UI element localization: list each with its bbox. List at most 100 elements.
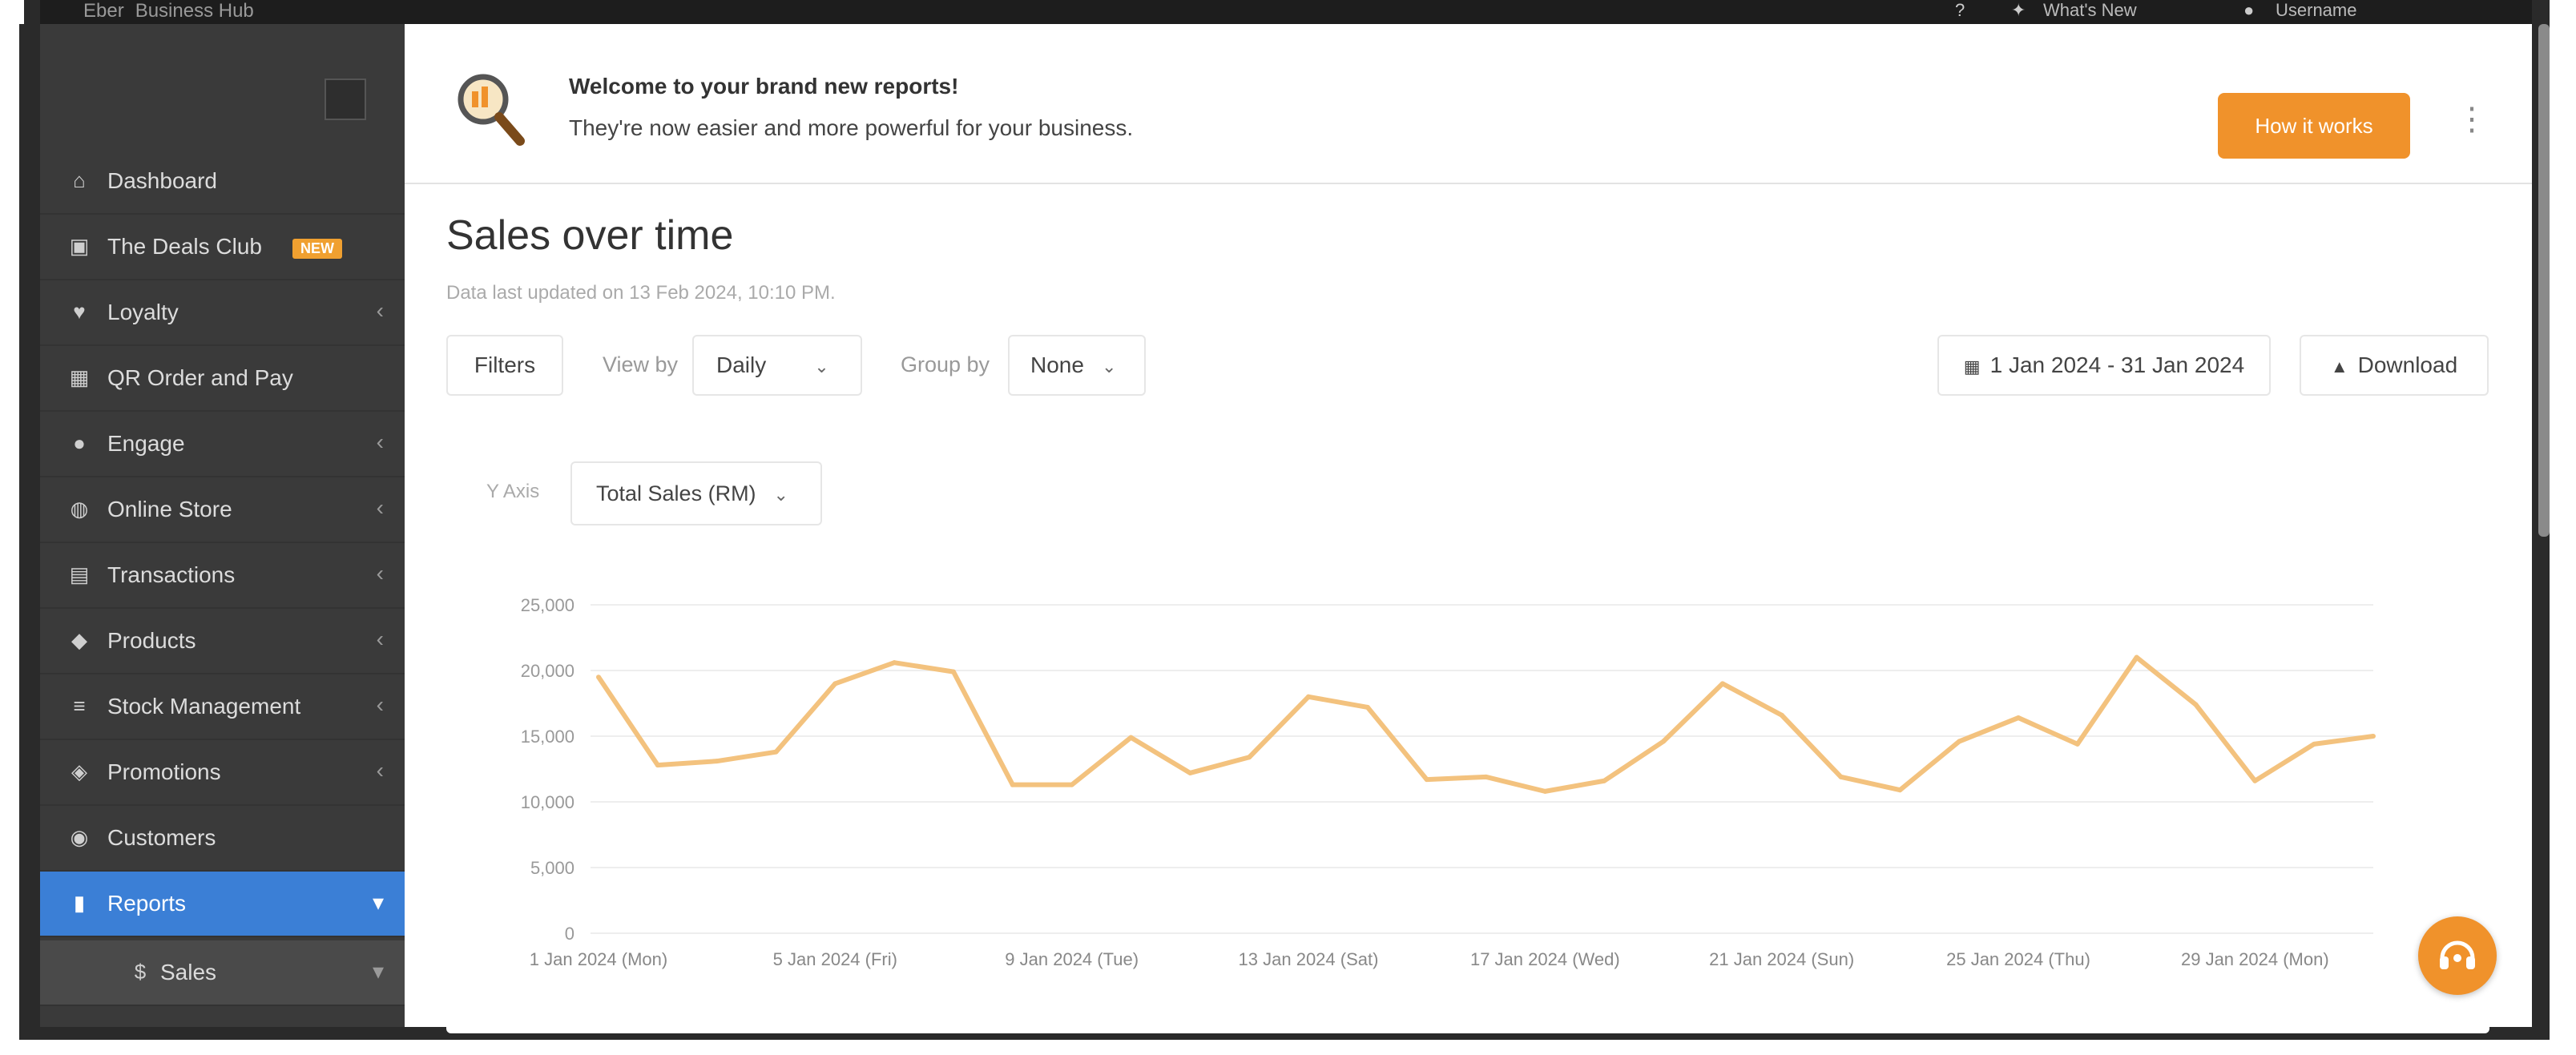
help-icon[interactable]: ? — [1955, 0, 1965, 21]
data-point[interactable] — [596, 674, 601, 680]
group-by-select[interactable]: None ⌄ — [1008, 335, 1146, 396]
data-point[interactable] — [1424, 777, 1429, 783]
data-point[interactable] — [1483, 774, 1489, 779]
qr-icon: ▦ — [69, 365, 90, 389]
sidebar-item-label: Online Store — [107, 497, 232, 521]
chevron-left-icon: ‹ — [376, 692, 384, 717]
dollar-icon: $ — [134, 960, 147, 984]
download-button[interactable]: ▲ Download — [2300, 335, 2489, 396]
data-point[interactable] — [2016, 715, 2021, 721]
sidebar-item-stock-management[interactable]: ≡ Stock Management ‹ — [40, 674, 405, 740]
data-point[interactable] — [1306, 694, 1311, 699]
data-point[interactable] — [1897, 787, 1903, 793]
x-tick-label: 17 Jan 2024 (Wed) — [1470, 949, 1620, 969]
welcome-banner: Welcome to your brand new reports! They'… — [405, 24, 2532, 184]
sidebar-item-engage[interactable]: ● Engage ‹ — [40, 412, 405, 477]
x-tick-label: 13 Jan 2024 (Sat) — [1239, 949, 1379, 969]
data-point[interactable] — [714, 759, 720, 764]
data-point[interactable] — [1187, 770, 1193, 775]
chevron-left-icon: ‹ — [376, 429, 384, 454]
data-point[interactable] — [1602, 778, 1607, 783]
download-icon: ▲ — [2330, 356, 2348, 376]
sidebar-item-label: Dashboard — [107, 168, 217, 193]
chevron-down-icon: ⌄ — [814, 356, 829, 376]
sidebar-collapse-button[interactable] — [325, 79, 366, 120]
chevron-down-icon: ▾ — [372, 959, 384, 984]
x-tick-label: 9 Jan 2024 (Tue) — [1005, 949, 1139, 969]
top-navbar: Eber Business Hub ? ✦ What's New ● Userna… — [40, 0, 2532, 24]
data-point[interactable] — [1779, 712, 1784, 718]
y-tick-label: 25,000 — [521, 595, 574, 615]
date-range-text: 1 Jan 2024 - 31 Jan 2024 — [1989, 352, 2245, 377]
chevron-down-icon: ▾ — [372, 890, 384, 915]
view-by-select[interactable]: Daily ⌄ — [692, 335, 862, 396]
sidebar-item-transactions[interactable]: ▤ Transactions ‹ — [40, 543, 405, 609]
sidebar-item-online-store[interactable]: ◍ Online Store ‹ — [40, 477, 405, 543]
sales-line-chart: 0 5,000 10,000 15,000 20,000 25,000 1 Jan 2024… — [521, 595, 2376, 969]
y-tick-label: 20,000 — [521, 661, 574, 681]
data-point[interactable] — [1719, 681, 1725, 687]
data-point[interactable] — [1069, 782, 1074, 787]
data-point[interactable] — [773, 749, 779, 755]
sidebar-item-loyalty[interactable]: ♥ Loyalty ‹ — [40, 280, 405, 346]
sidebar-item-products[interactable]: ◆ Products ‹ — [40, 609, 405, 674]
filters-button[interactable]: Filters — [446, 335, 563, 396]
y-tick-label: 10,000 — [521, 792, 574, 812]
chevron-down-icon: ⌄ — [1101, 356, 1117, 376]
calendar-icon: ▦ — [1963, 356, 1981, 376]
banner-title: Welcome to your brand new reports! — [569, 74, 959, 99]
sidebar-item-label: Loyalty — [107, 300, 179, 324]
gift-icon[interactable]: ✦ — [2011, 0, 2026, 21]
more-options-icon[interactable]: ⋮ — [2456, 101, 2488, 138]
how-it-works-button[interactable]: How it works — [2218, 93, 2410, 159]
home-icon: ⌂ — [73, 168, 86, 192]
sidebar-item-promotions[interactable]: ◈ Promotions ‹ — [40, 740, 405, 806]
sidebar-item-dashboard[interactable]: ⌂ Dashboard — [40, 149, 405, 215]
sidebar-item-sales[interactable]: $ Sales ▾ — [40, 940, 405, 1006]
user-menu[interactable]: Username — [2276, 0, 2356, 21]
sidebar-item-the-deals-club[interactable]: ▣ The Deals Club NEW — [40, 215, 405, 280]
data-point[interactable] — [832, 681, 838, 687]
data-point[interactable] — [1838, 774, 1844, 779]
data-point[interactable] — [1365, 704, 1370, 710]
data-point[interactable] — [2252, 778, 2258, 783]
data-point[interactable] — [2193, 702, 2199, 707]
whats-new-link[interactable]: What's New — [2043, 0, 2137, 21]
sales-series-line[interactable] — [596, 654, 2374, 794]
data-point[interactable] — [655, 763, 660, 768]
date-range-button[interactable]: ▦ 1 Jan 2024 - 31 Jan 2024 — [1937, 335, 2271, 396]
chevron-left-icon: ‹ — [376, 758, 384, 783]
support-chat-button[interactable] — [2418, 916, 2497, 995]
y-tick-label: 5,000 — [530, 858, 574, 878]
chevron-left-icon: ‹ — [376, 298, 384, 323]
data-point[interactable] — [2312, 741, 2317, 747]
sidebar-item-customers[interactable]: ◉ Customers — [40, 806, 405, 872]
data-point[interactable] — [2371, 734, 2376, 739]
data-point[interactable] — [951, 669, 956, 674]
user-icon[interactable]: ● — [2243, 0, 2254, 21]
data-point[interactable] — [1010, 782, 1015, 787]
banner-subtitle: They're now easier and more powerful for… — [569, 115, 1134, 140]
page-scrollbar[interactable] — [2538, 24, 2550, 537]
data-point[interactable] — [892, 660, 897, 666]
data-point[interactable] — [2134, 654, 2139, 660]
sidebar-item-qr-order-and-pay[interactable]: ▦ QR Order and Pay — [40, 346, 405, 412]
promo-icon: ◈ — [71, 759, 87, 783]
chart-card: Y Axis Total Sales (RM) ⌄ 0 5,000 10,000 15,… — [446, 425, 2489, 1033]
data-point[interactable] — [1128, 735, 1134, 740]
data-point[interactable] — [1247, 755, 1252, 760]
data-point[interactable] — [1957, 739, 1962, 744]
frame-border — [19, 24, 40, 1040]
new-badge: NEW — [292, 239, 342, 259]
y-tick-label: 0 — [565, 924, 574, 944]
brand-logo[interactable]: Eber Business Hub — [72, 0, 254, 22]
sidebar-item-reports[interactable]: ▮ Reports ▾ — [40, 872, 405, 937]
data-point[interactable] — [1661, 739, 1666, 744]
brand-suffix: Business Hub — [135, 0, 254, 22]
chevron-left-icon: ‹ — [376, 495, 384, 520]
data-point[interactable] — [2074, 741, 2080, 747]
sidebar: ⌂ Dashboard ▣ The Deals Club NEW ♥ Loyalty ‹ ▦ QR… — [40, 24, 405, 1027]
stock-icon: ≡ — [73, 694, 86, 718]
data-point[interactable] — [1542, 788, 1548, 794]
sidebar-item-label: Sales — [160, 960, 217, 985]
